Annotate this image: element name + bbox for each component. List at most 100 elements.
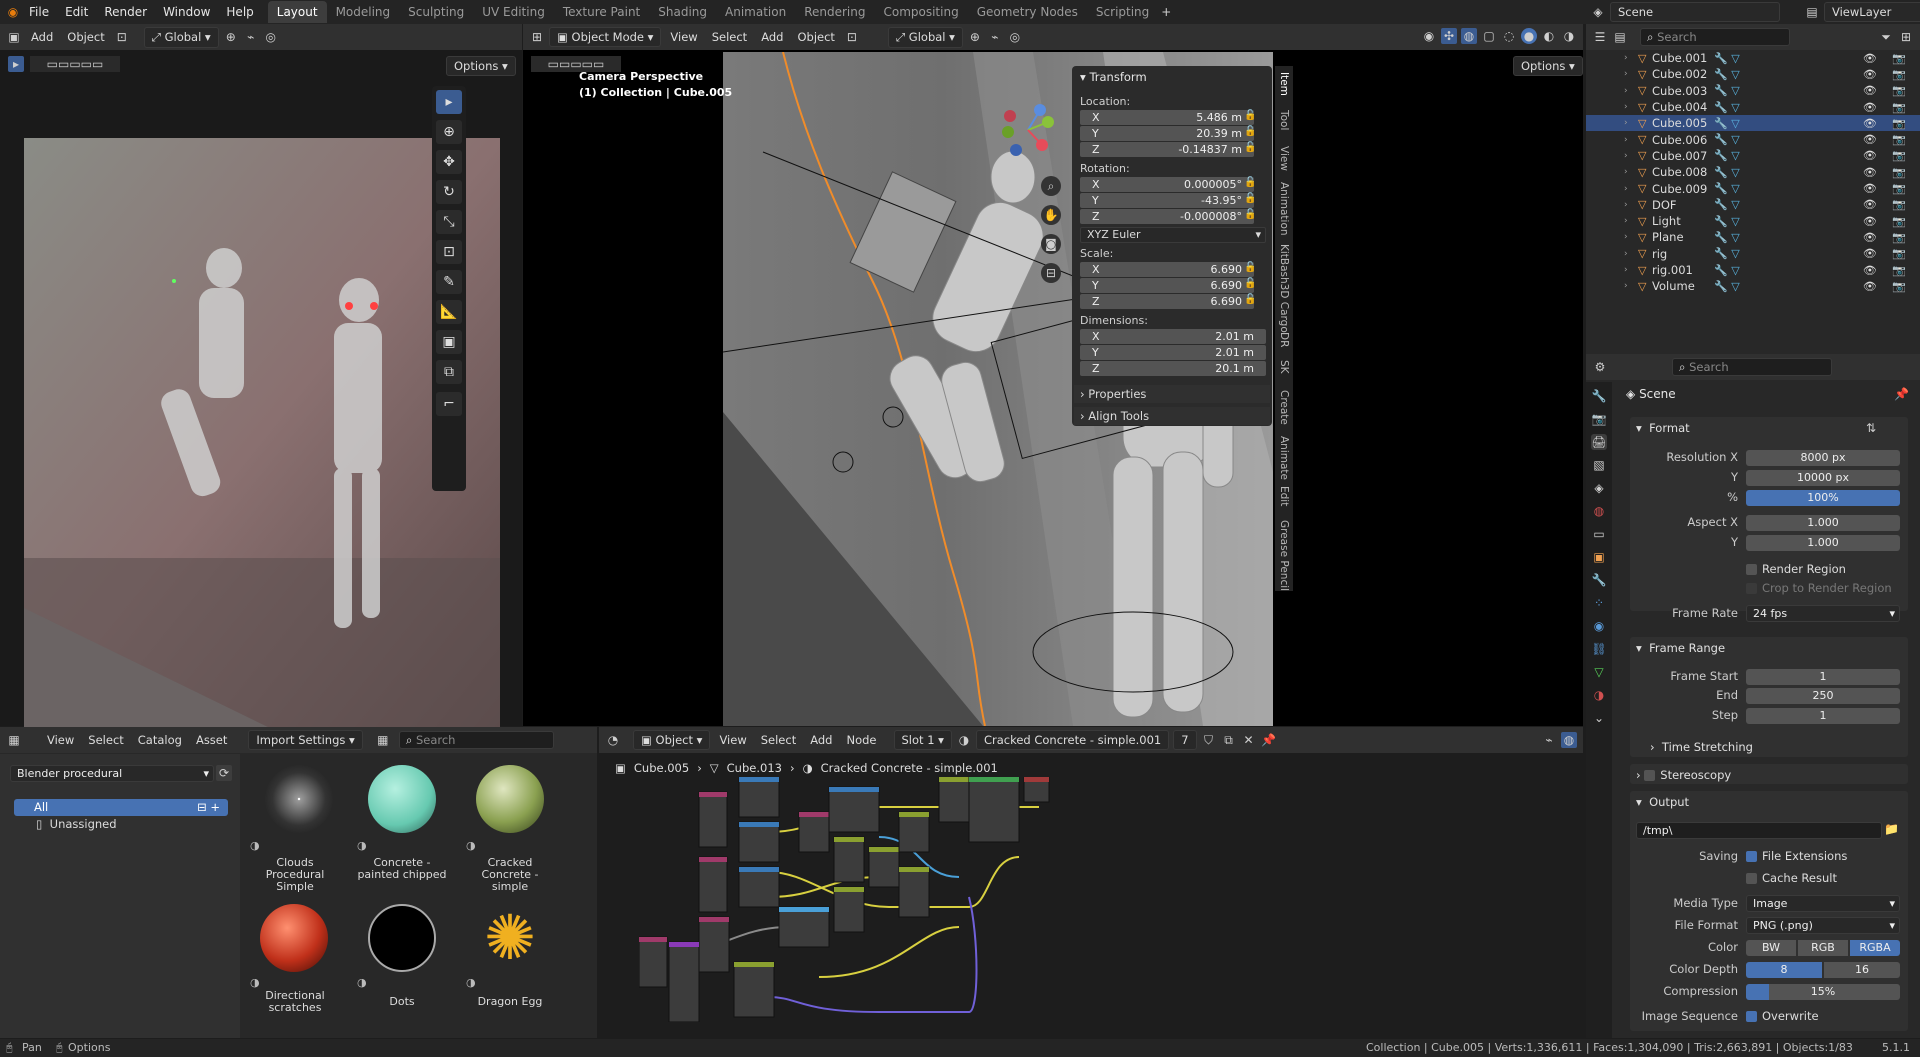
overlay-icon[interactable]: ◍: [1461, 28, 1477, 44]
menu-select[interactable]: Select: [756, 733, 801, 747]
visibility-toggle-icon[interactable]: 👁 📷: [1863, 264, 1912, 277]
scene-icon[interactable]: ◈: [1590, 4, 1606, 20]
camera-view-icon[interactable]: ◙: [1041, 234, 1061, 254]
expand-caret-icon[interactable]: ›: [1624, 151, 1628, 161]
time-stretching-header[interactable]: › Time Stretching: [1650, 740, 1753, 754]
cache-result-checkbox[interactable]: Cache Result: [1746, 871, 1837, 885]
viewlayer-icon[interactable]: ▤: [1804, 4, 1820, 20]
menu-node[interactable]: Node: [841, 733, 881, 747]
outliner-row[interactable]: › ▽ DOF 🔧 ▽ 👁 📷: [1586, 197, 1920, 213]
expand-caret-icon[interactable]: ›: [1624, 53, 1628, 63]
unlink-icon[interactable]: ✕: [1241, 732, 1257, 748]
aspect-x-field[interactable]: 1.000: [1746, 515, 1900, 531]
editor-type-icon[interactable]: ▣: [6, 29, 22, 45]
asset-library-dropdown[interactable]: Blender procedural ▾: [10, 765, 214, 782]
outliner-row[interactable]: › ▽ Cube.009 🔧 ▽ 👁 📷: [1586, 180, 1920, 196]
modifier-data-icon[interactable]: 🔧 ▽: [1714, 117, 1740, 130]
material-users-count[interactable]: 7: [1173, 730, 1197, 750]
snap-icon[interactable]: ⌁: [1541, 732, 1557, 748]
menu-object[interactable]: Object: [792, 30, 839, 44]
pin-icon[interactable]: 📌: [1894, 387, 1909, 401]
select-tool-icon[interactable]: ▸: [8, 56, 24, 72]
tab-scripting[interactable]: Scripting: [1087, 1, 1158, 23]
world-tab-icon[interactable]: ◍: [1591, 503, 1607, 519]
lock-icon[interactable]: 🔓: [1244, 193, 1256, 204]
tab-view[interactable]: View: [1278, 146, 1290, 171]
scale-tool-icon[interactable]: ⤡: [436, 210, 462, 234]
mode-dropdown[interactable]: ▣ Object Mode ▾: [549, 27, 662, 47]
asset-thumbnail-dots[interactable]: [368, 904, 436, 972]
asset-thumbnail-directional-scratches[interactable]: [260, 904, 328, 972]
visibility-toggle-icon[interactable]: 👁 📷: [1863, 52, 1912, 65]
new-collection-icon[interactable]: ⊞: [1898, 29, 1914, 45]
menu-catalog[interactable]: Catalog: [133, 733, 187, 747]
modifier-data-icon[interactable]: 🔧 ▽: [1714, 215, 1740, 228]
tab-sculpting[interactable]: Sculpting: [399, 1, 473, 23]
snap-toggle-icon[interactable]: ⌁: [987, 29, 1003, 45]
visibility-toggle-icon[interactable]: 👁 📷: [1863, 149, 1912, 162]
lock-view-icon[interactable]: ⊟: [1041, 263, 1061, 283]
presets-icon[interactable]: ⇅: [1866, 421, 1876, 435]
menu-window[interactable]: Window: [155, 0, 218, 24]
dimensions-y-field[interactable]: Y 2.01 m: [1080, 345, 1266, 360]
solid-shading-icon[interactable]: ●: [1521, 28, 1537, 44]
pan-hand-icon[interactable]: ✋: [1041, 205, 1061, 225]
editor-type-icon[interactable]: ◔: [605, 732, 621, 748]
asset-thumbnail-concrete-painted[interactable]: [368, 765, 436, 833]
texture-tab-icon[interactable]: ⌄: [1591, 710, 1607, 726]
visibility-toggle-icon[interactable]: 👁 📷: [1863, 117, 1912, 130]
wireframe-shading-icon[interactable]: ◌: [1501, 28, 1517, 44]
extrude-tool-icon[interactable]: ⧉: [436, 360, 462, 384]
outliner-row[interactable]: › ▽ Cube.008 🔧 ▽ 👁 📷: [1586, 164, 1920, 180]
slot-dropdown[interactable]: Slot 1 ▾: [893, 730, 952, 750]
visibility-toggle-icon[interactable]: 👁 📷: [1863, 182, 1912, 195]
xray-icon[interactable]: ▢: [1481, 28, 1497, 44]
filter-icon[interactable]: ⏷: [1878, 29, 1894, 45]
rotation-x-field[interactable]: X 0.000005°: [1080, 177, 1254, 192]
render-region-checkbox[interactable]: Render Region: [1746, 562, 1846, 576]
annotate-tool-icon[interactable]: ✎: [436, 270, 462, 294]
tab-animation[interactable]: Animation: [1278, 182, 1290, 236]
refresh-icon[interactable]: ⟳: [216, 765, 232, 781]
menu-add[interactable]: Add: [26, 30, 58, 44]
lock-icon[interactable]: 🔓: [1244, 142, 1256, 153]
color-depth-8-option[interactable]: 8: [1746, 962, 1822, 978]
modifier-data-icon[interactable]: 🔧 ▽: [1714, 68, 1740, 81]
location-x-field[interactable]: X 5.486 m: [1080, 110, 1254, 125]
rotation-mode-dropdown[interactable]: XYZ Euler ▾: [1080, 227, 1266, 243]
scale-y-field[interactable]: Y 6.690: [1080, 278, 1254, 293]
transform-panel-header[interactable]: ▾ Transform: [1080, 70, 1147, 84]
asset-thumbnail-dragon-egg[interactable]: ✺: [476, 904, 544, 972]
stereoscopy-header[interactable]: › Stereoscopy: [1636, 768, 1731, 782]
menu-help[interactable]: Help: [218, 0, 261, 24]
modifier-data-icon[interactable]: 🔧 ▽: [1714, 280, 1740, 293]
output-tab-icon[interactable]: 🖨: [1591, 434, 1607, 450]
measure-tool-icon[interactable]: 📐: [436, 300, 462, 324]
view-layer-tab-icon[interactable]: ▧: [1591, 457, 1607, 473]
menu-view[interactable]: View: [665, 30, 702, 44]
display-mode-icon[interactable]: ▤: [1612, 29, 1628, 45]
tab-animate[interactable]: Animate: [1278, 436, 1290, 480]
menu-select[interactable]: Select: [707, 30, 752, 44]
shear-tool-icon[interactable]: ⌐: [436, 392, 462, 416]
cursor-tool-icon[interactable]: ⊕: [436, 120, 462, 144]
visibility-toggle-icon[interactable]: 👁 📷: [1863, 231, 1912, 244]
overlay-icon[interactable]: ◍: [1561, 732, 1577, 748]
lock-icon[interactable]: 🔓: [1244, 262, 1256, 273]
gizmo-icon[interactable]: ✣: [1441, 28, 1457, 44]
crop-region-checkbox[interactable]: Crop to Render Region: [1746, 581, 1892, 595]
node-graph[interactable]: [639, 777, 1099, 1022]
tab-item[interactable]: Item: [1278, 72, 1290, 96]
lock-icon[interactable]: 🔓: [1244, 177, 1256, 188]
output-path-field[interactable]: /tmp\: [1636, 822, 1882, 839]
output-header[interactable]: ▾ Output: [1636, 795, 1689, 809]
media-type-dropdown[interactable]: Image ▾: [1746, 895, 1900, 912]
blender-logo-icon[interactable]: ◉: [5, 4, 21, 20]
proportional-icon[interactable]: ◎: [263, 29, 279, 45]
zoom-icon[interactable]: ⌕: [1041, 176, 1061, 196]
modifier-data-icon[interactable]: 🔧 ▽: [1714, 182, 1740, 195]
modifier-data-icon[interactable]: 🔧 ▽: [1714, 101, 1740, 114]
render-tab-icon[interactable]: 📷: [1591, 411, 1607, 427]
modifier-data-icon[interactable]: 🔧 ▽: [1714, 264, 1740, 277]
outliner-row[interactable]: › ▽ Volume 🔧 ▽ 👁 📷: [1586, 278, 1920, 294]
